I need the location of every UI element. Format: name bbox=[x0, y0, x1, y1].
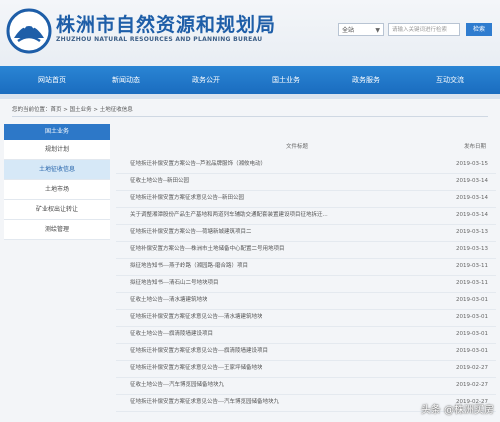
site-header: 株洲市自然资源和规划局 ZHUZHOU NATURAL RESOURCES AN… bbox=[0, 0, 500, 70]
row-title-link[interactable]: 征地拆迁补偿安置方案征求意见公告--新田公园 bbox=[130, 190, 244, 207]
row-date: 2019-03-01 bbox=[456, 297, 488, 303]
sidebar-item-mining-rights[interactable]: 矿业权出让转让 bbox=[4, 200, 110, 220]
nav-item-interaction[interactable]: 互动交流 bbox=[420, 66, 480, 94]
row-date: 2019-03-01 bbox=[456, 348, 488, 354]
nav-item-gov-affairs[interactable]: 政务公开 bbox=[176, 66, 236, 94]
breadcrumb: 您的当前位置：首页 > 国土业务 > 土地征收信息 bbox=[12, 104, 488, 117]
search-scope-select[interactable]: 全站 ▼ bbox=[338, 23, 384, 36]
table-row[interactable]: 征地拆迁补偿安置方案公告--芦淞品牌服饰（湘攸电动） 2019-03-15 bbox=[116, 156, 496, 174]
nav-item-land-business[interactable]: 国土业务 bbox=[256, 66, 316, 94]
bureau-logo-icon bbox=[6, 8, 52, 54]
row-title-link[interactable]: 征地拆迁补偿安置方案公告---荷塘新城建筑项目二 bbox=[130, 224, 251, 241]
row-title-link[interactable]: 征地拆迁补偿安置方案征求意见公告---王家坪储备地块 bbox=[130, 360, 262, 377]
row-date: 2019-03-11 bbox=[456, 280, 488, 286]
row-date: 2019-03-13 bbox=[456, 246, 488, 252]
row-date: 2019-03-14 bbox=[456, 195, 488, 201]
sidebar-heading: 国土业务 bbox=[4, 124, 110, 140]
row-title-link[interactable]: 征收土地公告---清水塘建筑地块 bbox=[130, 292, 207, 309]
sidebar-item-land-market[interactable]: 土地市场 bbox=[4, 180, 110, 200]
row-date: 2019-03-01 bbox=[456, 331, 488, 337]
column-header-title: 文件标题 bbox=[286, 144, 309, 150]
row-date: 2019-03-13 bbox=[456, 229, 488, 235]
sidebar-item-surveying[interactable]: 测绘管理 bbox=[4, 220, 110, 240]
row-title-link[interactable]: 拟征地告知书---清石山二号地块项目 bbox=[130, 275, 218, 292]
table-row[interactable]: 征地拆迁补偿安置方案征求意见公告---清水塘建筑地块 2019-03-01 bbox=[116, 309, 496, 327]
table-row[interactable]: 征地补偿安置方案公告---株洲市土地储备中心配置二号用地项目 2019-03-13 bbox=[116, 241, 496, 259]
nav-item-home[interactable]: 网站首页 bbox=[22, 66, 82, 94]
sidebar: 国土业务 规划计划 土地征收信息 土地市场 矿业权出让转让 测绘管理 bbox=[4, 124, 110, 240]
table-row[interactable]: 拟征地告知书---燕子岭路（湘园路-磨合路）项目 2019-03-11 bbox=[116, 258, 496, 276]
row-title-link[interactable]: 征地拆迁补偿安置方案征求意见公告---旗清陵墙建设项目 bbox=[130, 343, 268, 360]
column-header-date: 发布日期 bbox=[463, 144, 486, 150]
table-header: 文件标题 发布日期 bbox=[116, 142, 496, 152]
table-row[interactable]: 征地拆迁补偿安置方案征求意见公告---王家坪储备地块 2019-02-27 bbox=[116, 360, 496, 378]
watermark: 头条 @株洲买房 bbox=[420, 405, 494, 416]
nav-item-news[interactable]: 新闻动态 bbox=[96, 66, 156, 94]
row-title-link[interactable]: 征地拆迁补偿安置方案公告--芦淞品牌服饰（湘攸电动） bbox=[130, 156, 266, 173]
row-title-link[interactable]: 征地补偿安置方案公告---株洲市土地储备中心配置二号用地项目 bbox=[130, 241, 284, 258]
row-date: 2019-03-01 bbox=[456, 314, 488, 320]
table-row[interactable]: 征收土地公告---旗清陵墙建设项目 2019-03-01 bbox=[116, 326, 496, 344]
sidebar-item-land-acquisition[interactable]: 土地征收信息 bbox=[4, 160, 110, 180]
table-row[interactable]: 征地拆迁补偿安置方案征求意见公告---旗清陵墙建设项目 2019-03-01 bbox=[116, 343, 496, 361]
row-title-link[interactable]: 征地拆迁补偿安置方案征求意见公告---清水塘建筑地块 bbox=[130, 309, 262, 326]
row-date: 2019-03-14 bbox=[456, 212, 488, 218]
row-date: 2019-03-14 bbox=[456, 178, 488, 184]
row-title-link[interactable]: 征收土地公告---汽车博览园储备地块九 bbox=[130, 377, 224, 394]
search-input[interactable]: 请输入关键词进行检索 bbox=[388, 23, 460, 36]
table-row[interactable]: 征收土地公告---汽车博览园储备地块九 2019-02-27 bbox=[116, 377, 496, 395]
table-row[interactable]: 征收土地公告--新田公园 2019-03-14 bbox=[116, 173, 496, 191]
row-title-link[interactable]: 征收土地公告--新田公园 bbox=[130, 173, 189, 190]
row-title-link[interactable]: 征地拆迁补偿安置方案征求意见公告---汽车博览园储备地块九 bbox=[130, 394, 279, 411]
nav-item-services[interactable]: 政务服务 bbox=[336, 66, 396, 94]
main-nav: 网站首页 新闻动态 政务公开 国土业务 政务服务 互动交流 bbox=[0, 66, 500, 94]
row-date: 2019-03-15 bbox=[456, 161, 488, 167]
site-subtitle: ZHUZHOU NATURAL RESOURCES AND PLANNING B… bbox=[56, 36, 263, 43]
sidebar-item-planning[interactable]: 规划计划 bbox=[4, 140, 110, 160]
table-row[interactable]: 征收土地公告---清水塘建筑地块 2019-03-01 bbox=[116, 292, 496, 310]
table-row[interactable]: 关于调整湘潭股份产品生产基地和两道列车辅助交通配套装置建设项目征地拆迁... 20… bbox=[116, 207, 496, 225]
row-date: 2019-02-27 bbox=[456, 382, 488, 388]
table-row[interactable]: 征地拆迁补偿安置方案公告---荷塘新城建筑项目二 2019-03-13 bbox=[116, 224, 496, 242]
row-title-link[interactable]: 征收土地公告---旗清陵墙建设项目 bbox=[130, 326, 213, 343]
site-title: 株洲市自然资源和规划局 bbox=[56, 14, 277, 36]
table-row[interactable]: 拟征地告知书---清石山二号地块项目 2019-03-11 bbox=[116, 275, 496, 293]
nav-divider bbox=[0, 94, 500, 99]
row-date: 2019-03-11 bbox=[456, 263, 488, 269]
row-date: 2019-02-27 bbox=[456, 365, 488, 371]
chevron-down-icon: ▼ bbox=[375, 27, 380, 34]
table-row[interactable]: 征地拆迁补偿安置方案征求意见公告--新田公园 2019-03-14 bbox=[116, 190, 496, 208]
search-button[interactable]: 检索 bbox=[466, 23, 492, 36]
row-title-link[interactable]: 关于调整湘潭股份产品生产基地和两道列车辅助交通配套装置建设项目征地拆迁... bbox=[130, 207, 328, 224]
row-title-link[interactable]: 拟征地告知书---燕子岭路（湘园路-磨合路）项目 bbox=[130, 258, 248, 275]
